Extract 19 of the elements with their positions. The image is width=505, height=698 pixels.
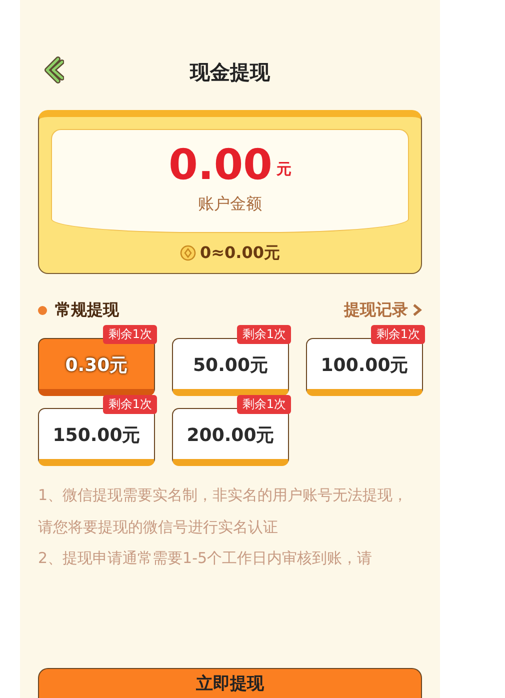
note-text: 1、微信提现需要实名制，非实名的用户账号无法提现，请您将要提现的微信号进行实名认证 xyxy=(38,485,409,538)
note-text: 2、提现申请通常需要1-5个工作日内审核到账，请 xyxy=(38,548,374,570)
chevron-right-icon xyxy=(412,303,422,318)
bullet-dot xyxy=(38,306,47,315)
coin-balance: 0≈0.00元 xyxy=(200,242,280,264)
withdraw-button[interactable]: 立即提现 xyxy=(38,668,422,698)
page-title: 现金提现 xyxy=(190,59,270,86)
section-title: 常规提现 xyxy=(55,299,119,322)
balance-label: 账户金额 xyxy=(197,193,263,216)
currency-unit: 元 xyxy=(276,159,292,180)
remaining-tag: 剩余1次 xyxy=(103,325,157,344)
back-button[interactable] xyxy=(42,56,64,84)
remaining-tag: 剩余1次 xyxy=(103,395,157,414)
balance-amount: 0.00 xyxy=(168,142,272,188)
history-link[interactable]: 提现记录 xyxy=(344,298,422,322)
remaining-tag: 剩余1次 xyxy=(237,395,291,414)
remaining-tag: 剩余1次 xyxy=(371,325,425,344)
coin-icon xyxy=(180,245,196,262)
remaining-tag: 剩余1次 xyxy=(237,325,291,344)
